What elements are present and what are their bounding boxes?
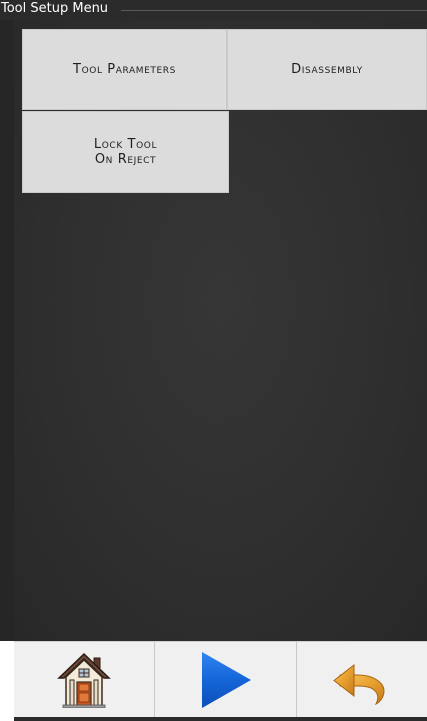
play-icon [201, 651, 251, 708]
play-button[interactable] [155, 642, 296, 717]
bottom-nav-bar [14, 641, 427, 717]
title-divider [121, 10, 427, 11]
left-gutter [0, 20, 14, 641]
tool-parameters-label: Tool Parameters [73, 62, 176, 77]
disassembly-button[interactable]: Disassembly [227, 29, 427, 110]
bottom-edge [14, 717, 427, 721]
home-button[interactable] [14, 642, 154, 717]
lock-tool-on-reject-button[interactable]: Lock Tool On Reject [22, 111, 229, 193]
window-title: Tool Setup Menu [1, 1, 109, 16]
back-button[interactable] [297, 642, 427, 717]
undo-arrow-icon [333, 663, 385, 705]
tool-setup-screen: Tool Setup Menu Tool Parameters Disassem… [0, 0, 427, 721]
lock-tool-label-line2: On Reject [94, 152, 157, 167]
title-bar: Tool Setup Menu [0, 0, 427, 20]
tool-parameters-button[interactable]: Tool Parameters [22, 29, 227, 110]
home-icon [57, 652, 111, 708]
disassembly-label: Disassembly [291, 62, 363, 77]
lock-tool-label-line1: Lock Tool [93, 137, 158, 152]
